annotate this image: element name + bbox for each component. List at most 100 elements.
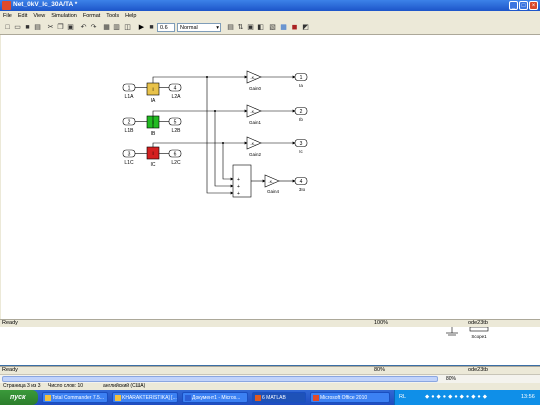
- svg-text:1: 1: [128, 86, 131, 92]
- lower-model-canvas[interactable]: Scope1: [0, 326, 540, 365]
- svg-text:i: i: [152, 87, 153, 93]
- simulink-icon: [2, 1, 11, 10]
- port-l2a[interactable]: 4 L2A: [168, 83, 182, 100]
- matlab-icon: [255, 395, 261, 401]
- inport-l1c[interactable]: 3 L1C: [122, 149, 136, 166]
- task-word-document[interactable]: Документ1 - Micros...: [182, 392, 248, 403]
- svg-text:L2A: L2A: [172, 94, 182, 100]
- new-file-icon[interactable]: □: [3, 23, 12, 32]
- svg-text:3: 3: [300, 141, 303, 147]
- outport-ic[interactable]: 3 Ic: [294, 139, 308, 155]
- office-icon: [313, 395, 319, 401]
- status-bar: Ready 100% ode23tb: [0, 319, 540, 327]
- port-l2b[interactable]: 5 L2B: [168, 117, 182, 134]
- svg-text:6: 6: [174, 152, 177, 158]
- menu-format[interactable]: Format: [80, 11, 103, 21]
- debug-icon[interactable]: ◫: [123, 23, 132, 32]
- folder-icon: [45, 395, 51, 401]
- status-text-2: Ready: [2, 367, 18, 373]
- incremental-build-icon[interactable]: ◧: [256, 23, 265, 32]
- document-status-bar: Страница 3 из 3 Число слов: 10 английски…: [0, 383, 540, 390]
- horizontal-scrollbar[interactable]: 80%: [0, 374, 540, 383]
- update-diagram-icon[interactable]: ⇅: [236, 23, 245, 32]
- redo-icon[interactable]: ↷: [89, 23, 98, 32]
- undo-icon[interactable]: ↶: [79, 23, 88, 32]
- outport-3io[interactable]: 4 3Io: [294, 177, 308, 193]
- build-icon[interactable]: ▤: [226, 23, 235, 32]
- menu-edit[interactable]: Edit: [15, 11, 30, 21]
- window-title: Net_0kV_Ic_30A/TA *: [13, 1, 78, 8]
- outport-ia[interactable]: 1 Ia: [294, 73, 308, 89]
- scope-block[interactable]: Scope1: [469, 326, 489, 339]
- current-meter-ia[interactable]: i IA: [146, 82, 160, 104]
- cut-icon[interactable]: ✂: [46, 23, 55, 32]
- svg-text:Ib: Ib: [299, 117, 303, 122]
- run-icon[interactable]: ▶: [137, 23, 146, 32]
- inport-l1a[interactable]: 1 L1A: [122, 83, 136, 100]
- minimize-button[interactable]: _: [509, 1, 518, 10]
- menu-help[interactable]: Help: [122, 11, 139, 21]
- language-indicator[interactable]: английский (США): [103, 383, 145, 390]
- sum-block[interactable]: + + +: [232, 164, 252, 198]
- tray-icons[interactable]: ◆●◆●◆●◆●◆●◆: [425, 390, 489, 405]
- port-l2c[interactable]: 6 L2C: [168, 149, 182, 166]
- simulation-mode-select[interactable]: Normal ▾: [177, 23, 221, 32]
- svg-text:-K-: -K-: [250, 109, 256, 114]
- library-browser-icon[interactable]: ▦: [279, 23, 288, 32]
- task-total-commander[interactable]: Total Commander 7.5...: [42, 392, 108, 403]
- scrollbar-thumb[interactable]: [2, 376, 438, 382]
- stop-icon[interactable]: ■: [147, 23, 156, 32]
- start-button[interactable]: пуск: [0, 390, 38, 405]
- menu-view[interactable]: View: [30, 11, 48, 21]
- outport-ib[interactable]: 2 Ib: [294, 107, 308, 123]
- model-canvas[interactable]: 1 L1A 2 L1B 3 L1C i IA i IB i IC 4 L2A 5…: [0, 35, 540, 319]
- document-icon: [115, 395, 121, 401]
- svg-text:+: +: [237, 177, 240, 183]
- profiler-icon[interactable]: ▧: [268, 23, 277, 32]
- maximize-button[interactable]: □: [519, 1, 528, 10]
- close-button[interactable]: ×: [529, 1, 538, 10]
- solver-name: ode23tb: [468, 320, 488, 326]
- gain1-block[interactable]: -K- Gain1: [246, 104, 262, 125]
- gain0-block[interactable]: -K- Gain0: [246, 70, 262, 91]
- model-explorer-icon[interactable]: ▥: [112, 23, 121, 32]
- menu-tools[interactable]: Tools: [103, 11, 122, 21]
- svg-text:+: +: [237, 191, 240, 197]
- menu-file[interactable]: File: [0, 11, 15, 21]
- inport-l1b[interactable]: 2 L1B: [122, 117, 136, 134]
- open-folder-icon[interactable]: ▭: [13, 23, 22, 32]
- svg-text:4: 4: [300, 179, 303, 185]
- build-subsystem-icon[interactable]: ▣: [246, 23, 255, 32]
- svg-text:Gain2: Gain2: [249, 152, 262, 157]
- current-meter-ic[interactable]: i IC: [146, 146, 160, 168]
- stop-time-input[interactable]: 0.6: [157, 23, 175, 32]
- debugger-icon[interactable]: ◩: [301, 23, 310, 32]
- menu-bar: File Edit View Simulation Format Tools Help: [0, 11, 540, 21]
- library-icon[interactable]: ▦: [102, 23, 111, 32]
- svg-text:3: 3: [128, 152, 131, 158]
- toolbar: □ ▭ ■ ▤ ✂ ❐ ▣ ↶ ↷ ▦ ▥ ◫ ▶ ■ 0.6 Normal ▾…: [0, 21, 540, 35]
- keyboard-language[interactable]: RL: [399, 390, 406, 405]
- word-count: Число слов: 10: [48, 383, 84, 389]
- svg-text:3Io: 3Io: [299, 187, 306, 192]
- task-matlab[interactable]: 6 MATLAB: [252, 392, 306, 403]
- menu-simulation[interactable]: Simulation: [48, 11, 80, 21]
- svg-text:L2B: L2B: [172, 128, 182, 134]
- clock: 13:56: [521, 394, 535, 400]
- svg-text:i: i: [152, 151, 153, 157]
- model-advisor-icon[interactable]: ◼: [290, 23, 299, 32]
- task-office[interactable]: Microsoft Office 2010: [310, 392, 390, 403]
- status-bar-2: Ready 80% ode23tb: [0, 366, 540, 374]
- svg-text:L1A: L1A: [125, 94, 135, 100]
- gain4-block[interactable]: -K- Gain4: [264, 174, 280, 194]
- svg-text:IA: IA: [151, 98, 156, 104]
- save-icon[interactable]: ■: [23, 23, 32, 32]
- svg-text:L1B: L1B: [125, 128, 135, 134]
- task-kharakteristika[interactable]: KHARAKTERISTIKA] [...: [112, 392, 178, 403]
- svg-text:IC: IC: [151, 162, 156, 168]
- gain2-block[interactable]: -K- Gain2: [246, 136, 262, 157]
- taskbar: пуск Total Commander 7.5... KHARAKTERIST…: [0, 390, 540, 405]
- copy-icon[interactable]: ❐: [56, 23, 65, 32]
- print-icon[interactable]: ▤: [33, 23, 42, 32]
- paste-icon[interactable]: ▣: [66, 23, 75, 32]
